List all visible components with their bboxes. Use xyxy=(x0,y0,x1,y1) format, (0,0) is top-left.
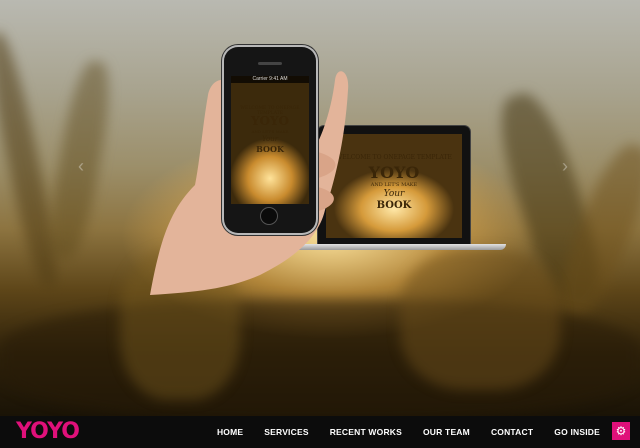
nav-home[interactable]: HOME xyxy=(217,427,243,437)
slider-next-arrow[interactable]: › xyxy=(562,156,568,177)
nav-recent-works[interactable]: RECENT WORKS xyxy=(330,427,402,437)
nav-go-inside[interactable]: GO INSIDE xyxy=(554,427,600,437)
phone-status-bar: Carrier 9:41 AM xyxy=(231,76,309,83)
gear-icon[interactable]: ⚙ xyxy=(612,422,630,440)
logo[interactable]: YOYO xyxy=(16,419,80,445)
phone-badge-brand: YOYO xyxy=(250,114,290,128)
nav-services[interactable]: SERVICES xyxy=(264,427,308,437)
phone-screen: WELCOME TO ONEPAGE TEMPLATE YOYO AND LET… xyxy=(231,76,309,204)
slider-prev-arrow[interactable]: ‹ xyxy=(78,156,84,177)
phone-home-button xyxy=(261,208,277,224)
main-nav: HOME SERVICES RECENT WORKS OUR TEAM CONT… xyxy=(196,416,600,448)
nav-our-team[interactable]: OUR TEAM xyxy=(423,427,470,437)
phone-badge-line3: Your xyxy=(261,135,279,143)
phone-speaker xyxy=(258,62,282,65)
nav-contact[interactable]: CONTACT xyxy=(491,427,533,437)
phone-badge-line4: BOOK xyxy=(256,144,284,154)
phone-badge-line2: AND LET'S MAKE xyxy=(251,129,289,134)
